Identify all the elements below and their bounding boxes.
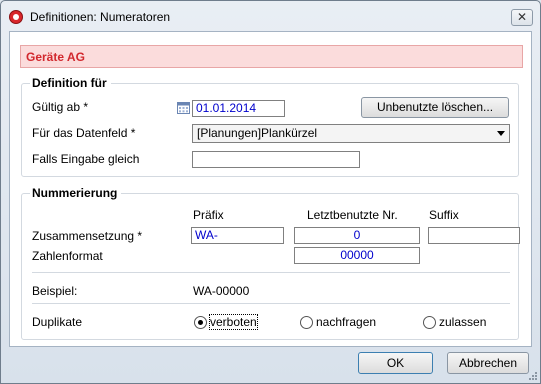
numbering-group-title: Nummerierung bbox=[30, 186, 122, 200]
example-label: Beispiel: bbox=[32, 284, 78, 298]
chevron-down-icon bbox=[497, 131, 505, 136]
last-used-number-field[interactable]: 0 bbox=[294, 227, 420, 244]
company-banner: Geräte AG bbox=[20, 45, 523, 68]
radio-button[interactable] bbox=[194, 316, 207, 329]
condition-label: Falls Eingabe gleich bbox=[32, 152, 140, 166]
definition-group-title: Definition für bbox=[30, 76, 111, 90]
condition-field[interactable] bbox=[192, 151, 360, 168]
radio-label[interactable]: nachfragen bbox=[316, 315, 376, 329]
datafield-value: [Planungen]Plankürzel bbox=[197, 126, 318, 140]
prefix-field[interactable]: WA- bbox=[191, 227, 284, 244]
app-icon bbox=[9, 10, 23, 24]
radio-label[interactable]: verboten bbox=[209, 314, 258, 330]
datafield-select[interactable]: [Planungen]Plankürzel bbox=[192, 124, 510, 143]
radio-label[interactable]: zulassen bbox=[439, 315, 486, 329]
close-icon: ✕ bbox=[516, 10, 528, 24]
dialog-window: Definitionen: Numeratoren ✕ Geräte AG De… bbox=[0, 0, 541, 384]
numbering-group: Nummerierung Präfix Letztbenutzte Nr. Su… bbox=[21, 186, 520, 340]
definition-group: Definition für Gültig ab * 01.01.2014 Un… bbox=[21, 76, 519, 177]
window-title: Definitionen: Numeratoren bbox=[30, 10, 171, 24]
last-used-column-header: Letztbenutzte Nr. bbox=[307, 208, 398, 222]
resize-grip-icon[interactable] bbox=[527, 370, 537, 380]
dialog-content: Geräte AG Definition für Gültig ab * 01.… bbox=[9, 31, 532, 347]
valid-from-field[interactable]: 01.01.2014 bbox=[192, 100, 285, 117]
separator bbox=[32, 303, 510, 304]
calendar-icon[interactable] bbox=[177, 102, 190, 114]
company-name: Geräte AG bbox=[26, 50, 85, 64]
datafield-label: Für das Datenfeld * bbox=[32, 126, 136, 140]
example-value: WA-00000 bbox=[193, 284, 250, 298]
radio-button[interactable] bbox=[300, 316, 313, 329]
delete-unused-button[interactable]: Unbenutzte löschen... bbox=[361, 97, 509, 118]
title-bar[interactable]: Definitionen: Numeratoren ✕ bbox=[1, 1, 540, 31]
valid-from-label: Gültig ab * bbox=[32, 100, 89, 114]
number-format-label: Zahlenformat bbox=[32, 249, 103, 263]
suffix-field[interactable] bbox=[428, 227, 520, 244]
duplicates-label: Duplikate bbox=[32, 315, 83, 329]
radio-button[interactable] bbox=[423, 316, 436, 329]
ok-button[interactable]: OK bbox=[358, 352, 433, 374]
cancel-button[interactable]: Abbrechen bbox=[447, 352, 529, 374]
close-button[interactable]: ✕ bbox=[511, 9, 533, 26]
composition-label: Zusammensetzung * bbox=[32, 229, 143, 243]
suffix-column-header: Suffix bbox=[429, 208, 459, 222]
prefix-column-header: Präfix bbox=[193, 208, 224, 222]
separator bbox=[32, 272, 510, 273]
number-format-field[interactable]: 00000 bbox=[294, 247, 420, 264]
